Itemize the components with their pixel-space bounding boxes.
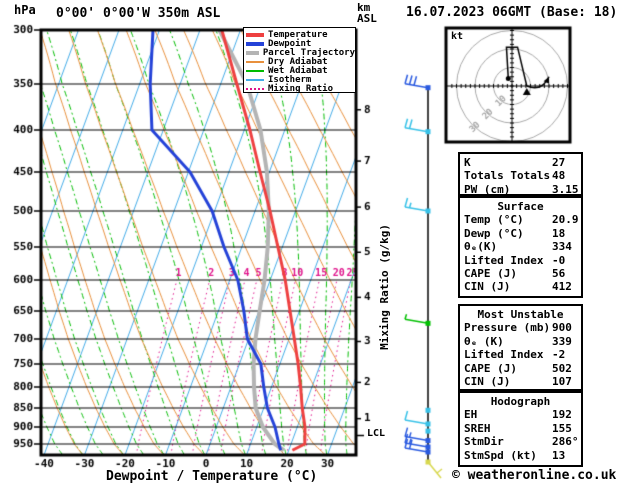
row-value: 412 [552, 280, 572, 294]
isotherm-line-swatch [246, 78, 264, 81]
row-value: 20.9 [552, 213, 579, 227]
row-label: CAPE (J) [464, 267, 517, 281]
temperature-axis-title: Dewpoint / Temperature (°C) [106, 469, 318, 484]
row-value: 155 [552, 421, 572, 435]
hodograph-table: Hodograph EH 192 SREH 155 StmDir 286° StmSp… [458, 391, 583, 467]
legend-item-mixing-ratio: Mixing Ratio [246, 83, 355, 94]
row-value: 502 [552, 361, 572, 375]
station-title: 0°00' 0°00'W 350m ASL [56, 6, 221, 21]
table-row: Totals Totals 48 [464, 169, 581, 182]
row-value: 339 [552, 334, 572, 348]
row-label: CAPE (J) [464, 361, 517, 375]
row-value: 334 [552, 240, 572, 254]
row-value: 18 [552, 226, 566, 240]
row-label: Totals Totals [464, 169, 551, 183]
row-label: CIN (J) [464, 375, 511, 389]
row-value: -2 [552, 348, 566, 362]
table-row: Lifted Index -2 [464, 348, 581, 361]
indices-table: K 27 Totals Totals 48 PW (cm) 3.15 [458, 152, 583, 196]
copyright-label: © weatheronline.co.uk [452, 468, 617, 483]
table-row: K 27 [464, 156, 581, 169]
table-row: Pressure (mb) 900 [464, 321, 581, 334]
table-row: θₑ (K) 339 [464, 335, 581, 348]
parcel-line-swatch [246, 50, 259, 55]
row-value: 900 [552, 321, 572, 335]
row-label: Lifted Index [464, 253, 544, 267]
table-row: EH 192 [464, 408, 581, 421]
table-row: Lifted Index -0 [464, 254, 581, 267]
mixing-ratio-axis-title: Mixing Ratio (g/kg) [378, 224, 391, 350]
table-row: CIN (J) 412 [464, 280, 581, 293]
row-label: StmSpd (kt) [464, 448, 537, 462]
row-value: 27 [552, 156, 566, 169]
row-value: 192 [552, 408, 572, 422]
altitude-unit-asl: ASL [357, 12, 377, 25]
surface-table: Surface Temp (°C) 20.9 Dewp (°C) 18 θₑ(K) 3… [458, 196, 583, 298]
dewpoint-line-swatch [246, 41, 264, 46]
lcl-label: LCL [367, 428, 386, 439]
legend: Temperature Dewpoint Parcel Trajectory D… [243, 27, 356, 94]
temperature-line-swatch [246, 32, 264, 37]
altitude-unit-label: km ASL [357, 2, 377, 24]
table-header: Hodograph [490, 395, 551, 408]
most-unstable-table: Most Unstable Pressure (mb) 900 θₑ (K) 339… [458, 304, 583, 391]
table-row: θₑ(K) 334 [464, 240, 581, 253]
table-row: StmDir 286° [464, 435, 581, 448]
row-value: 286° [552, 435, 579, 449]
legend-label: Mixing Ratio [268, 83, 334, 94]
row-label: Lifted Index [464, 348, 544, 362]
row-label: EH [464, 408, 478, 422]
table-header: Surface [497, 200, 544, 213]
table-row: SREH 155 [464, 422, 581, 435]
row-label: θₑ(K) [464, 240, 498, 254]
table-row: CAPE (J) 502 [464, 362, 581, 375]
row-label: K [464, 156, 471, 169]
wet-adiabat-line-swatch [246, 69, 264, 72]
row-value: 56 [552, 267, 566, 281]
table-row: Dewp (°C) 18 [464, 227, 581, 240]
pressure-unit-label: hPa [14, 3, 36, 17]
row-value: 13 [552, 448, 566, 462]
row-label: PW (cm) [464, 182, 511, 196]
table-row: CAPE (J) 56 [464, 267, 581, 280]
table-row: Temp (°C) 20.9 [464, 213, 581, 226]
table-row: StmSpd (kt) 13 [464, 449, 581, 462]
row-label: Temp (°C) [464, 213, 524, 227]
table-header: Most Unstable [477, 308, 564, 321]
row-value: -0 [552, 253, 566, 267]
row-label: SREH [464, 421, 491, 435]
table-row: PW (cm) 3.15 [464, 183, 581, 196]
datetime-label: 16.07.2023 06GMT (Base: 18) [406, 5, 618, 20]
mixing-ratio-line-swatch [246, 87, 264, 90]
row-value: 48 [552, 169, 566, 183]
table-row: CIN (J) 107 [464, 375, 581, 388]
row-label: θₑ (K) [464, 334, 504, 348]
row-label: CIN (J) [464, 280, 511, 294]
dry-adiabat-line-swatch [246, 60, 264, 63]
row-value: 3.15 [552, 182, 579, 196]
row-label: Dewp (°C) [464, 226, 524, 240]
sounding-chart-page: hPa 0°00' 0°00'W 350m ASL km ASL 16.07.2… [0, 0, 629, 486]
row-value: 107 [552, 375, 572, 389]
hodograph-unit-label: kt [451, 31, 464, 42]
row-label: Pressure (mb) [464, 321, 551, 335]
row-label: StmDir [464, 435, 504, 449]
